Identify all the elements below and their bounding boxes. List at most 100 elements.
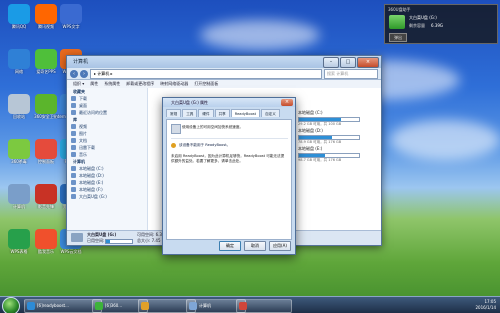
nav-group-header[interactable]: 计算机 <box>67 158 147 165</box>
warning-icon <box>171 143 176 148</box>
maximize-button[interactable]: □ <box>340 57 356 68</box>
ok-button[interactable]: 确定 <box>219 241 241 251</box>
nav-item-label: 迅雷下载 <box>79 145 95 150</box>
nav-item-label: 本地磁盘 (C:) <box>79 166 104 171</box>
apply-button[interactable]: 应用(A) <box>269 241 291 251</box>
dialog-tab[interactable]: 常规 <box>166 109 182 117</box>
taskbar-button[interactable] <box>236 299 292 313</box>
nav-item[interactable]: 本地磁盘 (E:) <box>67 179 147 186</box>
app-icon <box>239 302 247 310</box>
readyboost-info: 未启用 ReadyBoost，因为此计算机足够快，ReadyBoost 可能无法… <box>171 154 285 163</box>
address-input[interactable]: ▸ 计算机 ▸ <box>90 68 322 79</box>
gadget-drive: 大白菜U盘 (G:) <box>409 15 437 20</box>
tray-date: 2016/1/14 <box>475 305 496 310</box>
nav-group-header[interactable]: 库 <box>67 116 147 123</box>
folder-icon <box>71 173 76 178</box>
desktop-icon[interactable]: WPS文字 <box>54 4 88 29</box>
nav-item[interactable]: 桌面 <box>67 102 147 109</box>
gadget-eject-button[interactable]: 弹出 <box>389 33 407 42</box>
folder-icon <box>71 187 76 192</box>
minimize-button[interactable]: – <box>323 57 339 68</box>
explorer-title: 计算机 <box>73 59 89 65</box>
folder-icon <box>71 103 76 108</box>
nav-item[interactable]: 文档 <box>67 137 147 144</box>
usb-drive-icon <box>389 15 405 29</box>
dialog-tab[interactable]: 工具 <box>182 109 198 117</box>
toolbar-item[interactable]: 系统属性 <box>104 80 120 88</box>
gadget-title: 360U盘助手 <box>388 7 411 12</box>
properties-dialog: 大白菜U盘 (G:) 属性 × 常规 工具 硬件 共享 ReadyBoost 自定义 使用… <box>162 97 296 255</box>
readyboost-header: 使用设备上的可用空间加快系统速度。 <box>182 125 244 129</box>
dialog-tab[interactable]: ReadyBoost <box>230 109 261 117</box>
divider <box>171 138 288 139</box>
search-input[interactable]: 搜索 计算机 <box>324 68 378 79</box>
explorer-titlebar[interactable]: 计算机 – □ × <box>67 56 381 68</box>
app-icon <box>8 229 30 249</box>
drive-name: 本地磁盘 (D:) <box>298 128 323 133</box>
taskbar-button[interactable]: [6]readyboost... <box>24 299 102 313</box>
system-tray[interactable]: 17:05 2016/1/14 <box>475 299 496 311</box>
app-icon <box>60 4 82 24</box>
nav-item-label: 计算机 <box>73 159 85 164</box>
navigation-pane: 收藏夹 下载 桌面 最近访问的位置库视频 图片 文档 迅雷下载 音乐 计算机 本地磁盘 (C:) 本… <box>67 88 148 231</box>
taskbar-button-label: [6]readyboost... <box>37 303 69 308</box>
app-icon <box>27 302 35 310</box>
drive-item[interactable]: 本地磁盘 (E:) 98.7 GB 可用，共 176 GB <box>298 146 376 162</box>
usb-drive-icon <box>171 124 181 134</box>
toolbar-item[interactable]: 映射网络驱动器 <box>160 80 188 88</box>
nav-item[interactable]: 大白菜U盘 (G:) <box>67 193 147 200</box>
toolbar-item[interactable]: 属性 <box>90 80 98 88</box>
cancel-button[interactable]: 取消 <box>244 241 266 251</box>
drive-size: 29.2 GB 可用，共 100 GB <box>298 122 342 126</box>
desktop: 腾讯QQ腾讯视频WPS文字网络爱奇艺PPSWPS演示回收站360安全卫士Inte… <box>0 0 500 313</box>
dialog-tab[interactable]: 硬件 <box>198 109 214 117</box>
nav-item[interactable]: 迅雷下载 <box>67 144 147 151</box>
app-icon <box>95 302 103 310</box>
details-used-label: 已用空间: <box>87 238 105 243</box>
gadget-free-label: 剩余容量 <box>409 23 425 28</box>
nav-item[interactable]: 本地磁盘 (C:) <box>67 165 147 172</box>
nav-item-label: 桌面 <box>79 103 87 108</box>
nav-item[interactable]: 本地磁盘 (F:) <box>67 186 147 193</box>
nav-item-label: 文档 <box>79 138 87 143</box>
drive-item[interactable]: 本地磁盘 (C:) 29.2 GB 可用，共 100 GB <box>298 110 376 126</box>
folder-icon <box>71 152 76 157</box>
dialog-tab[interactable]: 自定义 <box>261 109 280 117</box>
nav-item[interactable]: 音乐 <box>67 151 147 158</box>
drive-item[interactable]: 本地磁盘 (D:) 78.9 GB 可用，共 176 GB <box>298 128 376 144</box>
nav-item[interactable]: 最近访问的位置 <box>67 109 147 116</box>
gadget-free-value: 6.39G <box>431 23 444 28</box>
nav-item-label: 图片 <box>79 131 87 136</box>
nav-item[interactable]: 视频 <box>67 123 147 130</box>
dialog-titlebar[interactable]: 大白菜U盘 (G:) 属性 × <box>163 98 295 107</box>
folder-icon <box>71 124 76 129</box>
nav-item[interactable]: 本地磁盘 (D:) <box>67 172 147 179</box>
dialog-tab[interactable]: 共享 <box>214 109 230 117</box>
folder-icon <box>71 138 76 143</box>
nav-item-label: 下载 <box>79 96 87 101</box>
nav-item[interactable]: 图片 <box>67 130 147 137</box>
folder-icon <box>71 180 76 185</box>
app-icon <box>8 4 30 24</box>
toolbar-item[interactable]: 卸载或更改程序 <box>126 80 154 88</box>
nav-group-header[interactable]: 收藏夹 <box>67 88 147 95</box>
toolbar-item[interactable]: 组织 ▾ <box>73 80 84 88</box>
back-button[interactable]: ‹ <box>70 69 78 78</box>
nav-item[interactable]: 下载 <box>67 95 147 102</box>
start-button[interactable] <box>2 297 20 313</box>
folder-icon <box>71 131 76 136</box>
forward-button[interactable]: › <box>80 69 88 78</box>
nav-item-label: 音乐 <box>79 152 87 157</box>
toolbar-item[interactable]: 打开控制面板 <box>194 80 218 88</box>
details-usage-bar <box>105 239 133 244</box>
folder-icon <box>71 110 76 115</box>
close-button[interactable]: × <box>357 57 379 68</box>
folder-icon <box>71 145 76 150</box>
app-icon <box>8 94 30 114</box>
nav-item-label: 视频 <box>79 124 87 129</box>
app-icon <box>8 184 30 204</box>
nav-item-label: 本地磁盘 (F:) <box>79 187 103 192</box>
dialog-close-button[interactable]: × <box>281 99 293 106</box>
usb-gadget[interactable]: 360U盘助手 大白菜U盘 (G:) 剩余容量 6.39G 弹出 <box>384 4 498 44</box>
nav-item-label: 收藏夹 <box>73 89 85 94</box>
